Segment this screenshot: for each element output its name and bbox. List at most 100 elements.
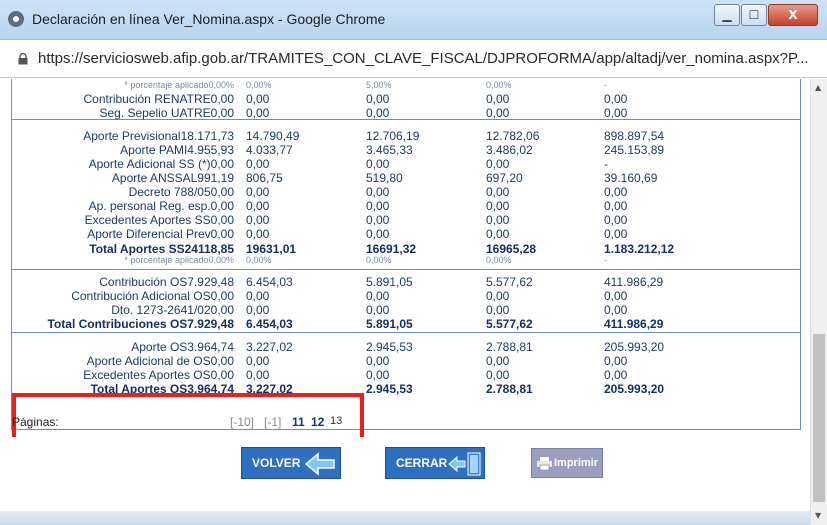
close-button[interactable]: X: [768, 4, 818, 26]
table-row: Ap. personal Reg. esp.0,00 0,00 0,00 0,00 0,…: [12, 199, 800, 214]
imprimir-button[interactable]: Imprimir: [531, 448, 603, 478]
cell-c3: 0,00: [486, 185, 510, 199]
window-title: Declaración en línea Ver_Nomina.aspx - G…: [32, 11, 386, 27]
cell-c4: 0,00: [604, 199, 628, 213]
row-label-group: Aporte Diferencial Prev0,00: [12, 227, 234, 241]
cerrar-label: CERRAR: [396, 456, 448, 470]
cell-c3: 697,20: [486, 171, 523, 185]
imprimir-label: Imprimir: [554, 457, 599, 469]
cell-c4: -: [604, 157, 608, 171]
cell-c2: 0,00: [366, 199, 390, 213]
row-first-value: 7.929,48: [187, 317, 234, 331]
cell-c1: 0,00%: [246, 255, 272, 265]
row-first-value: 3.964,74: [187, 340, 234, 354]
cell-c1: 0,00: [246, 303, 270, 317]
section-divider: [12, 332, 800, 333]
table-row: Aporte Adicional SS (*)0,00 0,00 0,00 0,00-: [12, 157, 800, 172]
cell-c2: 2.945,53: [366, 340, 413, 354]
cell-c4: 245.153,89: [604, 143, 665, 157]
url-text[interactable]: https://serviciosweb.afip.gob.ar/TRAMITE…: [38, 50, 809, 67]
nomina-table: * porcentaje aplicado0,00% 0,00% 5,00% 0,00…: [11, 79, 801, 430]
row-label: Excedentes Aportes SS: [84, 213, 211, 227]
address-bar[interactable]: https://serviciosweb.afip.gob.ar/TRAMITE…: [0, 41, 827, 78]
page-link-minus-1[interactable]: [-1]: [264, 415, 281, 429]
scroll-up-icon[interactable]: ▲: [815, 83, 821, 92]
volver-label: VOLVER: [252, 456, 301, 470]
pagination: Páginas: [-10] [-1] 11 12 13: [12, 413, 352, 431]
print-icon: [537, 457, 552, 470]
row-first-value: 24118,85: [184, 242, 234, 256]
page-content: * porcentaje aplicado0,00% 0,00% 5,00% 0,00…: [0, 79, 827, 525]
table-row: * porcentaje aplicado0,00% 0,00% 0,00% 0,00…: [12, 255, 800, 270]
row-first-value: 0,00: [210, 354, 234, 368]
cell-c2: 0,00: [366, 354, 390, 368]
lock-icon: [18, 53, 28, 65]
scroll-down-icon[interactable]: ▼: [815, 511, 821, 520]
row-label: Aporte Adicional SS (*): [88, 157, 211, 171]
row-label-group: Contribución RENATRE0,00: [12, 92, 234, 106]
page-link-minus-10[interactable]: [-10]: [230, 415, 254, 429]
cell-c1: 0,00: [246, 92, 270, 106]
cell-c3: 0,00%: [486, 255, 512, 265]
cell-c3: 0,00: [486, 92, 510, 106]
row-label: Aporte PAMI: [120, 143, 188, 157]
row-label-group: Aporte OS3.964,74: [12, 340, 234, 354]
table-row: Decreto 788/050,00 0,00 0,00 0,00 0,00: [12, 185, 800, 200]
table-row: Excedentes Aportes OS0,00 0,00 0,00 0,00 0,0…: [12, 368, 800, 383]
cell-c3: 0,00: [486, 289, 510, 303]
cell-c1: 0,00: [246, 185, 270, 199]
table-row: Seg. Sepelio UATRE0,00 0,00 0,00 0,00 0,00: [12, 106, 800, 121]
cell-c2: 5,00%: [366, 80, 392, 90]
table-row: Aporte Previsional18.171,73 14.790,49 12.7…: [12, 129, 800, 144]
row-label: Aporte Adicional de OS: [86, 354, 211, 368]
row-label-group: Aporte Previsional18.171,73: [12, 129, 234, 143]
row-first-value: 7.929,48: [187, 275, 234, 289]
row-label-group: Aporte ANSSAL991,19: [12, 171, 234, 185]
cell-c2: 0,00: [366, 368, 390, 382]
cell-c3: 12.782,06: [486, 129, 540, 143]
cell-c1: 3.227,02: [246, 340, 293, 354]
page-link-12[interactable]: 12: [311, 415, 324, 429]
cerrar-button[interactable]: CERRAR: [385, 447, 485, 479]
cell-c3: 0,00: [486, 213, 510, 227]
vertical-scrollbar[interactable]: ▲ ▼: [810, 79, 827, 525]
pagination-label: Páginas:: [12, 415, 59, 429]
cell-c4: 1.183.212,12: [604, 242, 675, 256]
row-label: Dto. 1273-2641/02: [111, 303, 211, 317]
cell-c2: 5.891,05: [366, 275, 413, 289]
table-row: Contribución Adicional OS0,00 0,00 0,00 0,0…: [12, 289, 800, 304]
cell-c1: 0,00: [246, 157, 270, 171]
cell-c4: 0,00: [604, 213, 628, 227]
cell-c4: -: [604, 80, 607, 90]
row-first-value: 4.955,93: [187, 143, 234, 157]
row-label-group: Contribución Adicional OS0,00: [12, 289, 234, 303]
row-first-value: 0,00: [210, 213, 234, 227]
row-label-group: * porcentaje aplicado0,00%: [12, 80, 234, 90]
minimize-button[interactable]: ▁: [714, 4, 740, 26]
cell-c2: 0,00: [366, 213, 390, 227]
cell-c3: 0,00: [486, 106, 510, 120]
cell-c4: 0,00: [604, 354, 628, 368]
cell-c3: 0,00: [486, 157, 510, 171]
row-label: Total Aportes SS: [89, 242, 185, 256]
cell-c1: 6.454,03: [246, 275, 293, 289]
cell-c4: 411.986,29: [604, 317, 664, 331]
maximize-button[interactable]: ☐: [741, 4, 767, 26]
row-label-group: Aporte PAMI4.955,93: [12, 143, 234, 157]
row-label: Aporte Previsional: [83, 129, 181, 143]
cell-c1: 0,00: [246, 368, 270, 382]
row-label: * porcentaje aplicado: [124, 255, 209, 265]
chrome-app-icon: [8, 11, 24, 27]
row-label: Seg. Sepelio UATRE: [99, 106, 211, 120]
scroll-thumb[interactable]: [813, 334, 825, 502]
row-label: Total Contribuciones OS: [47, 317, 188, 331]
cell-c2: 3.465,33: [366, 143, 413, 157]
cell-c4: 0,00: [604, 303, 628, 317]
cell-c1: 0,00: [246, 106, 270, 120]
row-first-value: 0,00: [210, 185, 234, 199]
volver-button[interactable]: VOLVER: [241, 447, 341, 479]
cell-c4: 205.993,20: [604, 382, 665, 396]
cell-c2: 2.945,53: [366, 382, 413, 396]
page-link-11[interactable]: 11: [292, 415, 305, 429]
cell-c2: 0,00: [366, 185, 390, 199]
